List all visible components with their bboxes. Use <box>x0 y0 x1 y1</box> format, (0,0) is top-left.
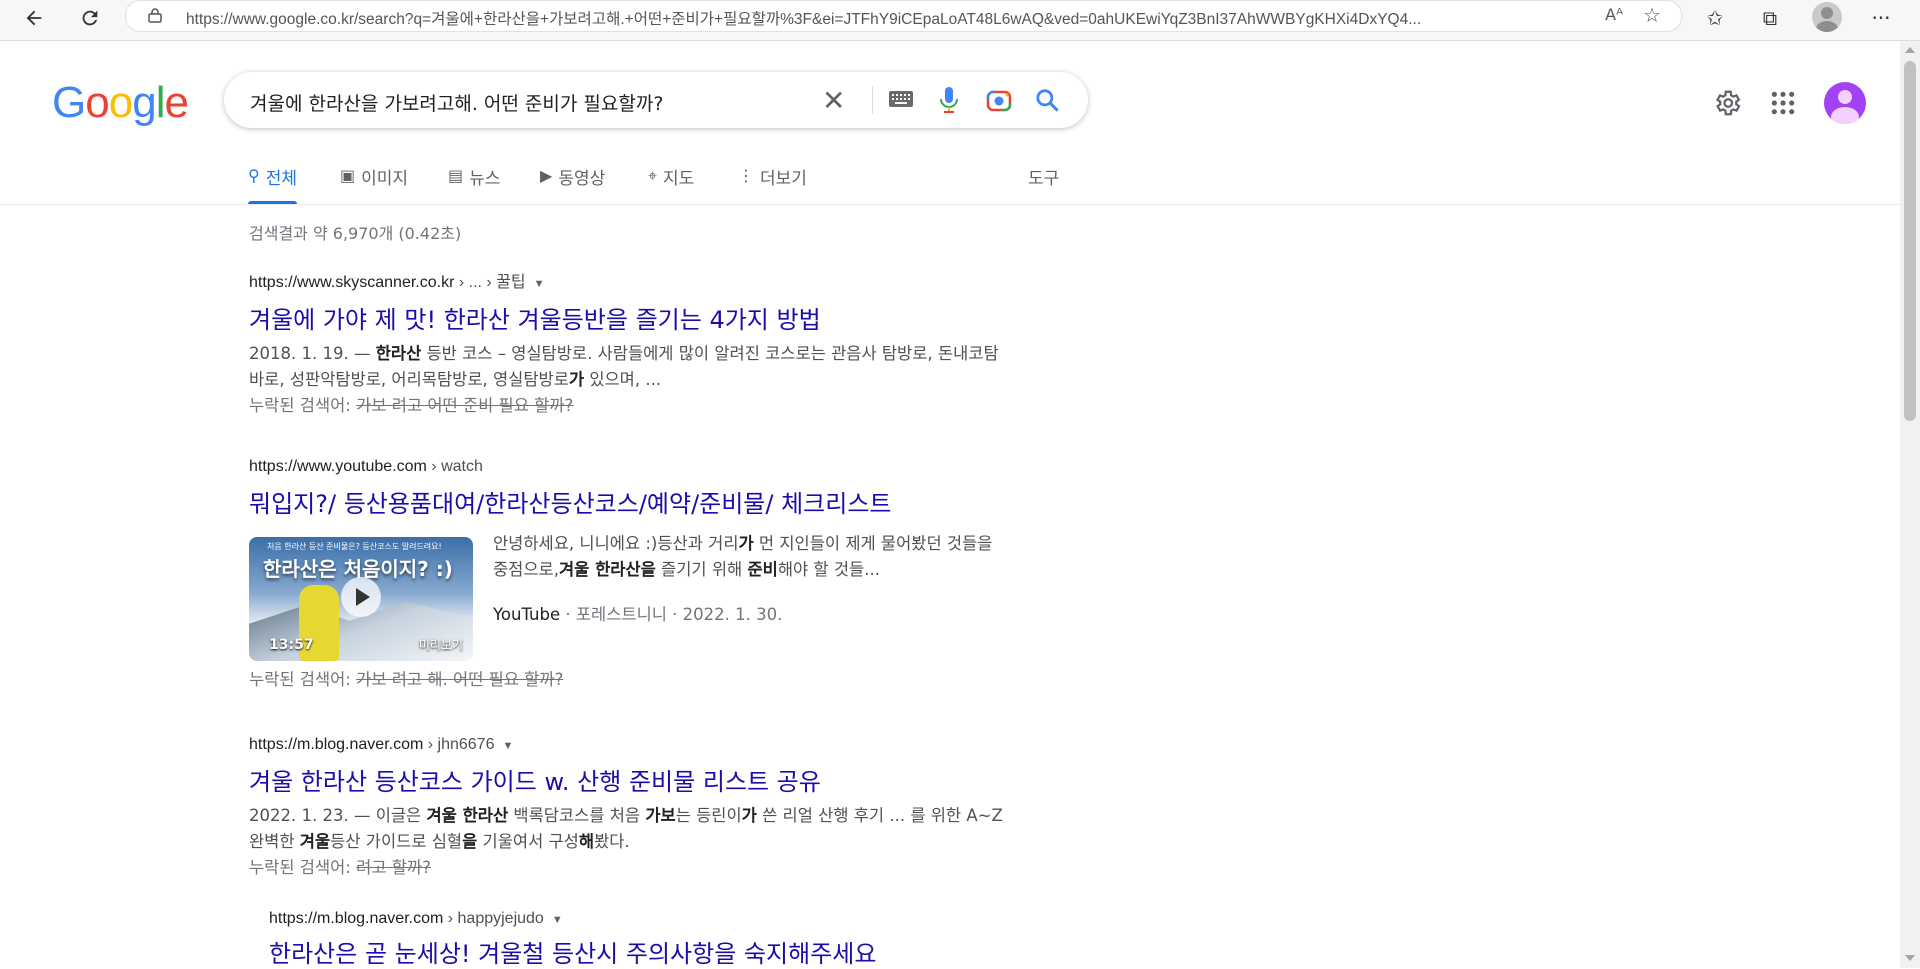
logo-letter: e <box>164 78 189 127</box>
tab-news[interactable]: ▤ 뉴스 <box>448 164 500 204</box>
refresh-button[interactable] <box>72 2 108 34</box>
thumbnail-caption: 처음 한라산 등산 준비물은? 등산코스도 알려드려요! <box>267 542 442 551</box>
collections-icon[interactable]: ⧉ <box>1755 4 1785 32</box>
google-lens-icon[interactable] <box>986 88 1012 114</box>
missing-terms-link[interactable]: 려고 할까? <box>356 858 431 877</box>
arrow-left-icon <box>26 10 42 26</box>
video-channel-date: · 포레스트니니 · 2022. 1. 30. <box>560 605 783 624</box>
tab-all[interactable]: ⚲ 전체 <box>248 164 297 204</box>
video-icon: ▶ <box>540 166 553 185</box>
keyboard-icon[interactable] <box>888 90 914 108</box>
refresh-icon <box>82 10 98 26</box>
video-duration: 13:57 <box>269 637 314 653</box>
result-title-link[interactable]: 뭐입지?/ 등산용품대여/한라산등산코스/예약/준비물/ 체크리스트 <box>249 484 1009 519</box>
result-site: https://www.skyscanner.co.kr <box>249 274 455 291</box>
settings-gear-icon[interactable] <box>1712 88 1742 118</box>
more-menu-icon[interactable]: ··· <box>1866 4 1896 32</box>
preview-label: 미리보기 <box>418 638 463 652</box>
scroll-up-arrow-icon[interactable] <box>1905 47 1915 53</box>
video-meta: YouTube · 포레스트니니 · 2022. 1. 30. <box>493 601 782 625</box>
result-title-link[interactable]: 겨울 한라산 등산코스 가이드 w. 산행 준비물 리스트 공유 <box>249 762 1009 797</box>
divider <box>872 86 873 114</box>
scrollbar[interactable] <box>1900 41 1920 968</box>
result-breadcrumb: › happyjejudo <box>443 910 544 927</box>
result-snippet: 2022. 1. 23. — 이글은 겨울 한라산 백록담코스를 처음 가보는 … <box>249 806 1003 851</box>
play-icon[interactable] <box>341 577 381 617</box>
result-site: https://m.blog.naver.com <box>249 736 424 753</box>
search-icon: ⚲ <box>248 166 260 185</box>
tabs-divider <box>0 204 1900 205</box>
address-bar[interactable]: https://www.google.co.kr/search?q=겨울에+한라… <box>125 0 1682 32</box>
map-pin-icon: ⌖ <box>648 166 658 185</box>
result-breadcrumb: › jhn6676 <box>423 736 495 753</box>
tab-label: 뉴스 <box>469 169 501 189</box>
result-breadcrumb: › ... › 꿀팁 <box>454 274 526 291</box>
result-url[interactable]: https://m.blog.naver.com › happyjejudo ▼ <box>269 910 1029 928</box>
image-icon: ▣ <box>340 166 356 185</box>
result-url[interactable]: https://m.blog.naver.com › jhn6676 ▼ <box>249 736 1009 754</box>
scrollbar-thumb[interactable] <box>1904 61 1916 421</box>
account-avatar[interactable] <box>1824 82 1866 124</box>
missing-terms-link[interactable]: 가보 려고 해. 어떤 필요 할까? <box>356 670 563 689</box>
tab-videos[interactable]: ▶ 동영상 <box>540 164 605 204</box>
google-logo[interactable]: Google <box>52 78 189 128</box>
browser-profile-avatar[interactable] <box>1812 2 1842 32</box>
result-url[interactable]: https://www.skyscanner.co.kr › ... › 꿀팁 ▼ <box>249 268 1009 292</box>
tab-label: 이미지 <box>361 169 409 189</box>
search-result: https://m.blog.naver.com › jhn6676 ▼ 겨울 한… <box>249 736 1009 881</box>
result-url[interactable]: https://www.youtube.com › watch <box>249 458 1009 476</box>
logo-letter: o <box>85 78 110 127</box>
missing-terms-link[interactable]: 가보 려고 어떤 준비 필요 할까? <box>356 396 573 415</box>
back-button[interactable] <box>16 2 52 34</box>
search-icon[interactable] <box>1034 87 1060 113</box>
result-stats: 검색결과 약 6,970개 (0.42초) <box>249 224 462 243</box>
scroll-down-arrow-icon[interactable] <box>1905 955 1915 961</box>
result-site: https://www.youtube.com <box>249 458 427 475</box>
tab-more[interactable]: ⋮ 더보기 <box>738 164 807 204</box>
result-snippet: 2018. 1. 19. — 한라산 등반 코스 – 영실탐방로. 사람들에게 … <box>249 344 999 389</box>
logo-letter: g <box>132 78 157 127</box>
favorite-star-icon[interactable]: ☆ <box>1643 3 1661 27</box>
search-result: https://www.skyscanner.co.kr › ... › 꿀팁 ▼… <box>249 268 1009 419</box>
clear-icon[interactable]: ✕ <box>822 84 845 117</box>
caret-down-icon[interactable]: ▼ <box>502 740 513 752</box>
read-aloud-icon[interactable]: Aᴬ <box>1605 5 1623 24</box>
search-input[interactable]: 겨울에 한라산을 가보려고해. 어떤 준비가 필요할까? <box>250 89 663 116</box>
result-breadcrumb: › watch <box>426 458 483 475</box>
video-source: YouTube <box>493 605 561 624</box>
google-apps-icon[interactable] <box>1770 90 1796 116</box>
result-title-link[interactable]: 겨울에 가야 제 맛! 한라산 겨울등반을 즐기는 4가지 방법 <box>249 300 1009 335</box>
tab-label: 전체 <box>265 169 297 189</box>
caret-down-icon[interactable]: ▼ <box>552 914 563 926</box>
tab-label: 지도 <box>663 169 695 189</box>
result-title-link[interactable]: 한라산은 곧 눈세상! 겨울철 등산시 주의사항을 숙지해주세요 <box>269 934 1029 969</box>
logo-letter: o <box>108 78 134 127</box>
url-text[interactable]: https://www.google.co.kr/search?q=겨울에+한라… <box>186 7 1606 29</box>
caret-down-icon[interactable]: ▼ <box>534 278 545 290</box>
microphone-icon[interactable] <box>938 86 960 114</box>
result-snippet: 안녕하세요, 니니에요 :)등산과 거리가 먼 지인들이 제게 물어봤던 것들을… <box>493 534 993 579</box>
missing-terms: 누락된 검색어: 려고 할까? <box>249 858 431 877</box>
missing-terms: 누락된 검색어: 가보 려고 해. 어떤 필요 할까? <box>249 670 564 689</box>
tools-button[interactable]: 도구 <box>1028 164 1059 189</box>
video-thumbnail[interactable]: 처음 한라산 등산 준비물은? 등산코스도 알려드려요! 한라산은 처음이지? … <box>249 537 473 661</box>
result-site: https://m.blog.naver.com <box>269 910 444 927</box>
search-result: https://m.blog.naver.com › happyjejudo ▼ … <box>269 910 1029 969</box>
tab-images[interactable]: ▣ 이미지 <box>340 164 408 204</box>
favorites-icon[interactable]: ✩ <box>1700 4 1730 32</box>
more-vert-icon: ⋮ <box>738 166 754 185</box>
video-row: 처음 한라산 등산 준비물은? 등산코스도 알려드려요! 한라산은 처음이지? … <box>249 534 1009 667</box>
tab-label: 동영상 <box>558 169 606 189</box>
logo-letter: G <box>52 78 86 127</box>
missing-terms: 누락된 검색어: 가보 려고 어떤 준비 필요 할까? <box>249 396 574 415</box>
lock-icon <box>148 8 162 23</box>
browser-toolbar: https://www.google.co.kr/search?q=겨울에+한라… <box>0 0 1920 41</box>
search-result-video: https://www.youtube.com › watch 뭐입지?/ 등산… <box>249 458 1009 693</box>
search-box[interactable]: 겨울에 한라산을 가보려고해. 어떤 준비가 필요할까? ✕ <box>224 72 1088 128</box>
tab-maps[interactable]: ⌖ 지도 <box>648 164 694 204</box>
news-icon: ▤ <box>448 166 464 185</box>
tab-label: 더보기 <box>760 169 807 189</box>
